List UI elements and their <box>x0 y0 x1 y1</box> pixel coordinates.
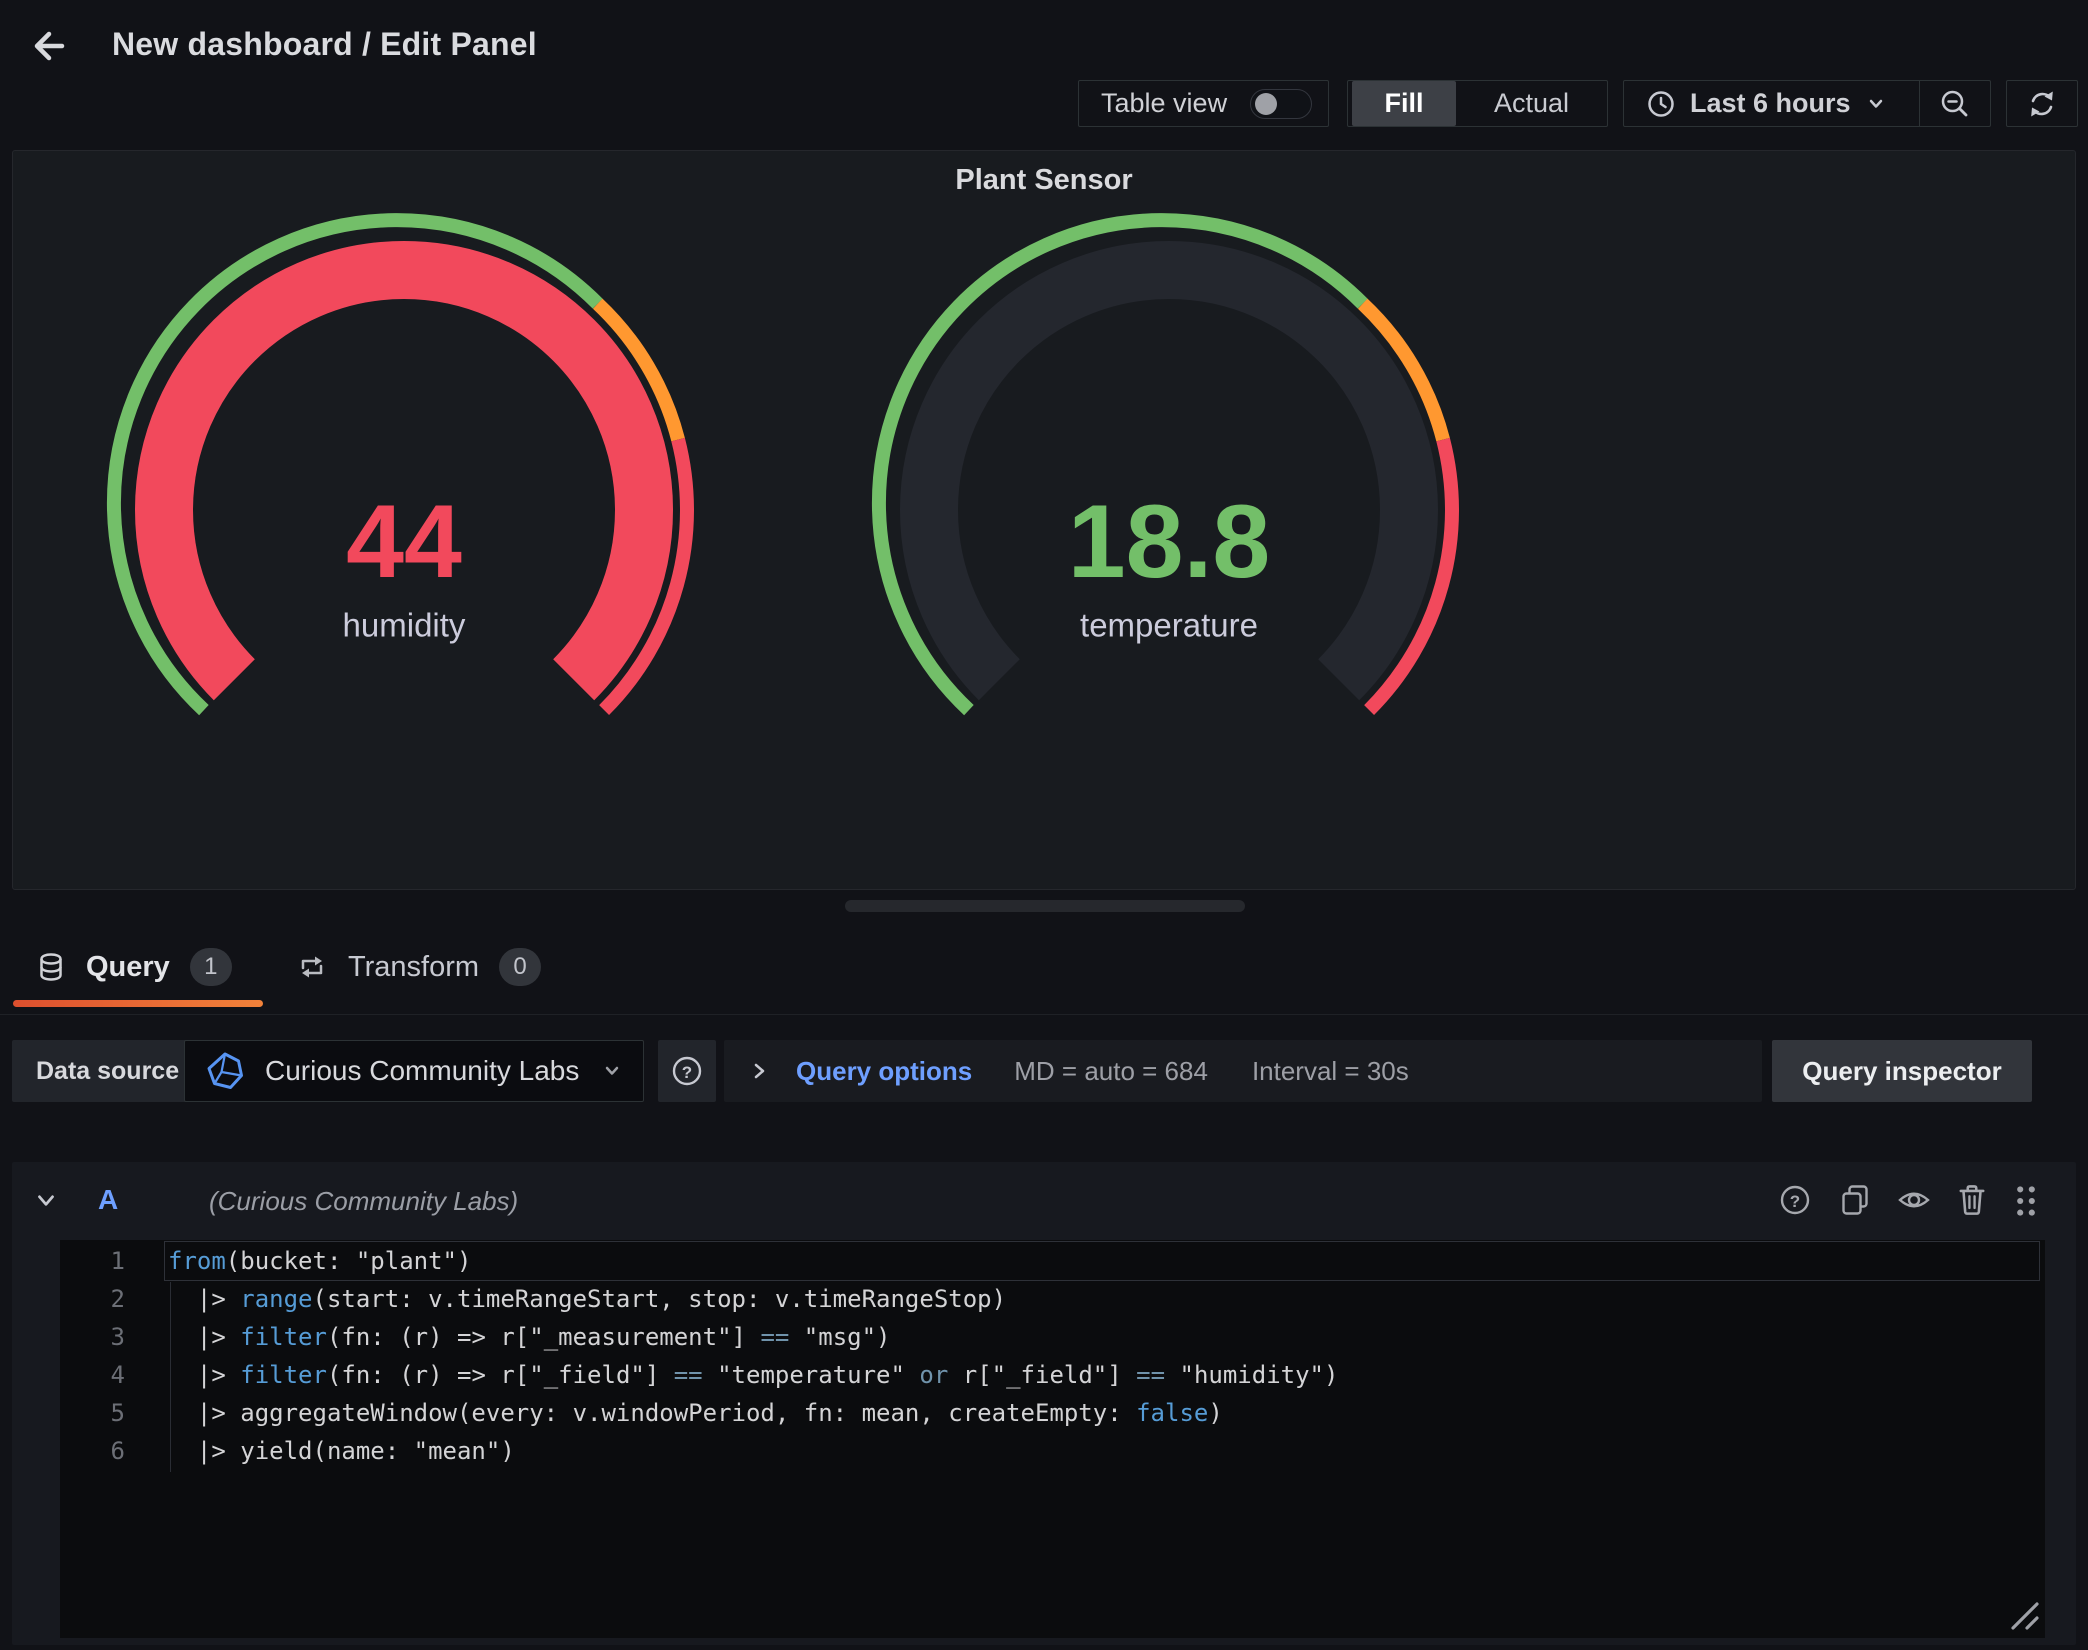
table-view-toggle[interactable] <box>1250 89 1312 119</box>
code-line[interactable]: 3 |> filter(fn: (r) => r["_measurement"]… <box>60 1318 2045 1356</box>
query-count-badge: 1 <box>190 948 232 986</box>
query-options-bar: Query options MD = auto = 684 Interval =… <box>724 1040 1762 1102</box>
transform-icon <box>296 953 328 981</box>
tab-transform-label: Transform <box>348 951 479 984</box>
transform-count-badge: 0 <box>499 948 541 986</box>
code-line[interactable]: 1 from(bucket: "plant") <box>60 1242 2045 1280</box>
gauge-value: 18.8 <box>1068 484 1270 600</box>
query-ref-name[interactable]: A <box>98 1184 118 1216</box>
back-arrow-icon[interactable] <box>26 24 70 68</box>
divider <box>0 1014 2088 1015</box>
datasource-help-button[interactable]: ? <box>658 1040 716 1102</box>
line-number: 5 <box>60 1394 125 1432</box>
table-view-control: Table view <box>1078 80 1329 127</box>
grafana-edit-panel-page: New dashboard / Edit Panel Table view Fi… <box>0 0 2088 1650</box>
gauge-label: humidity <box>343 607 466 644</box>
query-options-link[interactable]: Query options <box>796 1056 972 1087</box>
time-range-picker[interactable]: Last 6 hours <box>1624 88 1919 119</box>
zoom-out-icon <box>1939 88 1971 120</box>
tab-transform[interactable]: Transform 0 <box>296 935 541 999</box>
tab-query-label: Query <box>86 951 170 984</box>
toggle-visibility-eye-icon[interactable] <box>1896 1183 1932 1217</box>
database-icon <box>36 951 66 983</box>
zoom-out-button[interactable] <box>1920 88 1990 120</box>
code-line[interactable]: 5 |> aggregateWindow(every: v.windowPeri… <box>60 1394 2045 1432</box>
line-number: 3 <box>60 1318 125 1356</box>
actual-button[interactable]: Actual <box>1456 81 1607 126</box>
influxdb-logo-icon <box>205 1051 245 1091</box>
code-line[interactable]: 4 |> filter(fn: (r) => r["_field"] == "t… <box>60 1356 2045 1394</box>
query-inspector-button[interactable]: Query inspector <box>1772 1040 2032 1102</box>
code-text: from(bucket: "plant") <box>168 1242 471 1280</box>
delete-query-trash-icon[interactable] <box>1956 1182 1988 1218</box>
flux-query-editor[interactable]: 1from(bucket: "plant")2 |> range(start: … <box>60 1240 2045 1638</box>
refresh-button[interactable] <box>2006 80 2078 127</box>
svg-text:?: ? <box>682 1063 692 1082</box>
editor-resize-handle-icon[interactable] <box>2001 1592 2041 1632</box>
gauge-temperature: 18.8 temperature <box>869 210 1469 730</box>
code-text: |> filter(fn: (r) => r["_measurement"] =… <box>168 1318 891 1356</box>
collapse-chevron-icon[interactable] <box>34 1188 58 1212</box>
code-text: |> filter(fn: (r) => r["_field"] == "tem… <box>168 1356 1338 1394</box>
query-row: A (Curious Community Labs) ? <box>12 1162 2076 1645</box>
gauge-panel[interactable]: Plant Sensor 44 humidity 18.8 temperature <box>12 150 2076 890</box>
query-help-icon[interactable]: ? <box>1778 1183 1812 1217</box>
code-text: |> aggregateWindow(every: v.windowPeriod… <box>168 1394 1223 1432</box>
clock-icon <box>1646 89 1676 119</box>
time-range-label: Last 6 hours <box>1690 88 1851 119</box>
refresh-icon <box>2025 87 2059 121</box>
help-circle-icon: ? <box>670 1054 704 1088</box>
chevron-down-icon <box>601 1060 623 1082</box>
duplicate-query-icon[interactable] <box>1838 1183 1872 1217</box>
line-number: 1 <box>60 1242 125 1280</box>
line-number: 6 <box>60 1432 125 1470</box>
fill-actual-segmented: Fill Actual <box>1347 80 1608 127</box>
tab-query[interactable]: Query 1 <box>36 935 232 999</box>
gauge-value: 44 <box>346 484 462 600</box>
drag-handle-grip-icon[interactable] <box>2012 1182 2040 1220</box>
time-range-group: Last 6 hours <box>1623 80 1991 127</box>
max-datapoints-stat: MD = auto = 684 <box>1014 1056 1208 1087</box>
fill-button[interactable]: Fill <box>1352 81 1456 126</box>
code-lines: 1from(bucket: "plant")2 |> range(start: … <box>60 1242 2045 1470</box>
line-number: 4 <box>60 1356 125 1394</box>
svg-text:?: ? <box>1790 1192 1800 1211</box>
active-tab-indicator <box>13 1000 263 1007</box>
panel-resize-handle[interactable] <box>845 900 1245 912</box>
query-datasource-subtitle: (Curious Community Labs) <box>209 1186 518 1217</box>
code-text: |> yield(name: "mean") <box>168 1432 515 1470</box>
toggle-knob <box>1255 93 1277 115</box>
interval-stat: Interval = 30s <box>1252 1056 1409 1087</box>
line-number: 2 <box>60 1280 125 1318</box>
gauge-humidity: 44 humidity <box>104 210 704 730</box>
datasource-value: Curious Community Labs <box>265 1055 601 1087</box>
datasource-picker[interactable]: Curious Community Labs <box>184 1040 644 1102</box>
datasource-label: Data source <box>12 1040 203 1102</box>
code-text: |> range(start: v.timeRangeStart, stop: … <box>168 1280 1006 1318</box>
page-title: New dashboard / Edit Panel <box>112 26 537 63</box>
table-view-label: Table view <box>1101 88 1227 119</box>
chevron-down-icon <box>1865 93 1887 115</box>
gauge-label: temperature <box>1080 607 1258 644</box>
code-line[interactable]: 2 |> range(start: v.timeRangeStart, stop… <box>60 1280 2045 1318</box>
panel-title: Plant Sensor <box>13 164 2075 197</box>
code-line[interactable]: 6 |> yield(name: "mean") <box>60 1432 2045 1470</box>
query-row-header[interactable]: A (Curious Community Labs) ? <box>12 1162 2076 1238</box>
chevron-right-icon[interactable] <box>748 1060 770 1082</box>
